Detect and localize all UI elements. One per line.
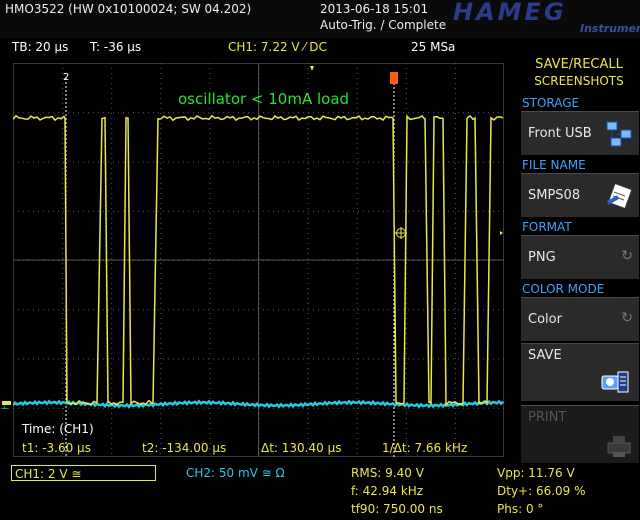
- time-label: Time: (CH1): [21, 422, 94, 436]
- meas-phase: Phs: 0 °: [497, 502, 544, 516]
- save-button[interactable]: SAVE: [521, 343, 639, 401]
- printer-icon: [607, 436, 631, 457]
- time-offset: T: -36 µs: [90, 40, 142, 54]
- storage-section-title: STORAGE: [522, 96, 580, 110]
- sample-rate: 25 MSa: [411, 40, 456, 54]
- device-info: HMO3522 (HW 0x10100024; SW 04.202): [5, 2, 252, 16]
- storage-button[interactable]: Front USB: [521, 111, 639, 155]
- meas-vpp: Vpp: 11.76 V: [497, 466, 575, 480]
- cursor-2-marker[interactable]: [390, 72, 398, 84]
- print-label: PRINT: [528, 410, 567, 425]
- rotate-knob-icon: ↻: [621, 248, 633, 264]
- annotation-text: oscillator < 10mA load: [178, 90, 349, 108]
- cursor-inverse-delta-t: 1/Δt: 7.66 kHz: [382, 441, 467, 455]
- cursor-t2: t2: -134.00 µs: [142, 441, 226, 455]
- cursor-t1: t1: -3.60 µs: [22, 441, 91, 455]
- color-mode-value: Color: [528, 312, 562, 327]
- meas-frequency: f: 42.94 kHz: [351, 484, 424, 498]
- filename-button[interactable]: SMPS08: [521, 173, 639, 217]
- color-mode-section-title: COLOR MODE: [522, 282, 605, 296]
- color-mode-button[interactable]: Color ↻: [521, 297, 639, 341]
- cursor-delta-t: Δt: 130.40 µs: [261, 441, 341, 455]
- scope-screen[interactable]: 2 oscillator < 10mA load Time: (CH1) t1:…: [13, 63, 504, 457]
- print-button[interactable]: PRINT: [521, 405, 639, 463]
- filename-value: SMPS08: [528, 188, 581, 203]
- save-label: SAVE: [528, 348, 562, 363]
- usb-storage-icon: [606, 121, 632, 147]
- trigger-status: Auto-Trig. / Complete: [320, 18, 447, 32]
- edit-filename-icon: [606, 182, 633, 210]
- timebase: TB: 20 µs: [12, 40, 69, 54]
- meas-duty: Dty+: 66.09 %: [497, 484, 586, 498]
- format-value: PNG: [528, 250, 556, 265]
- timestamp: 2013-06-18 15:01: [320, 2, 429, 16]
- ch1-trigger-setting: CH1: 7.22 V ⁄ DC: [228, 40, 327, 54]
- camera-save-icon: [601, 371, 629, 393]
- hameg-logo: HAMEG: [453, 0, 567, 26]
- ch1-scale[interactable]: CH1: 2 V ≅: [11, 465, 156, 481]
- ch2-scale[interactable]: CH2: 50 mV ≅ Ω: [186, 466, 285, 480]
- format-section-title: FORMAT: [522, 220, 572, 234]
- storage-value: Front USB: [528, 126, 592, 141]
- rotate-knob-icon: ↻: [621, 310, 633, 326]
- menu-title-line1: SAVE/RECALL: [535, 57, 623, 72]
- menu-title-line2: SCREENSHOTS: [534, 74, 624, 88]
- meas-fall-time: tf90: 750.00 ns: [351, 502, 443, 516]
- filename-section-title: FILE NAME: [522, 158, 586, 172]
- cursor-1-label: 2: [63, 72, 69, 83]
- meas-rms: RMS: 9.40 V: [351, 466, 424, 480]
- menu-title: SAVE/RECALL SCREENSHOTS: [520, 56, 638, 90]
- ch1-ground-marker: [2, 401, 11, 405]
- format-button[interactable]: PNG ↻: [521, 235, 639, 279]
- brand-subtitle: Instruments: [580, 22, 640, 35]
